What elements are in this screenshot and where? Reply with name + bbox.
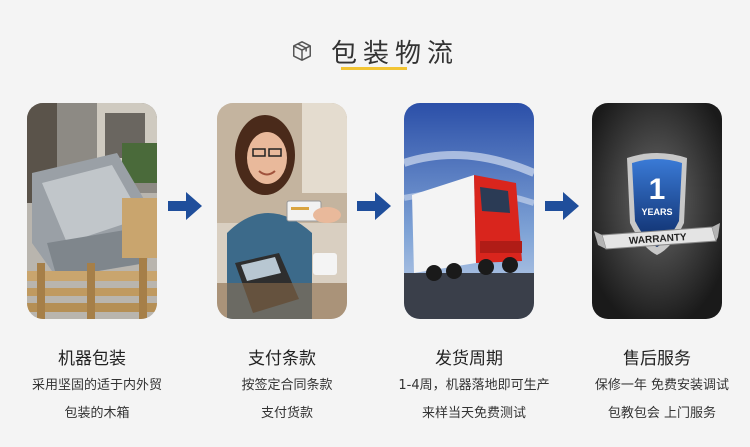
- warranty-shield-photo: 1 YEARS WARRANTY: [592, 103, 722, 319]
- step-desc-line: 采用坚固的适于内外贸: [31, 378, 162, 393]
- warranty-number: 1: [649, 173, 666, 206]
- step-desc-line: 支付货款: [260, 406, 313, 421]
- step-desc-line: 保修一年 免费安装调试: [594, 378, 730, 393]
- arrow-right-icon: [168, 192, 202, 220]
- title-underline: [341, 67, 407, 70]
- step-title-after-sales: 售后服务: [623, 349, 691, 369]
- arrow-right-icon: [357, 192, 391, 220]
- step-title-payment: 支付条款: [248, 349, 316, 369]
- red-truck-photo: [404, 103, 534, 319]
- step-desc-line: 包教包会 上门服务: [607, 406, 717, 421]
- step-title-delivery: 发货周期: [435, 349, 503, 369]
- arrow-right-icon: [545, 192, 579, 220]
- box-icon: [293, 41, 311, 61]
- step-title-packaging: 机器包装: [58, 349, 126, 369]
- warranty-years-text: YEARS: [641, 207, 672, 217]
- page-title: 包装物流: [330, 38, 459, 69]
- step-desc-line: 1-4周，机器落地即可生产: [398, 378, 550, 393]
- card-payment-photo: [217, 103, 347, 319]
- wooden-crate-machine-photo: [27, 103, 157, 319]
- step-desc-line: 包装的木箱: [64, 406, 130, 421]
- step-desc-line: 来样当天免费测试: [421, 406, 526, 421]
- step-desc-line: 按签定合同条款: [241, 378, 333, 393]
